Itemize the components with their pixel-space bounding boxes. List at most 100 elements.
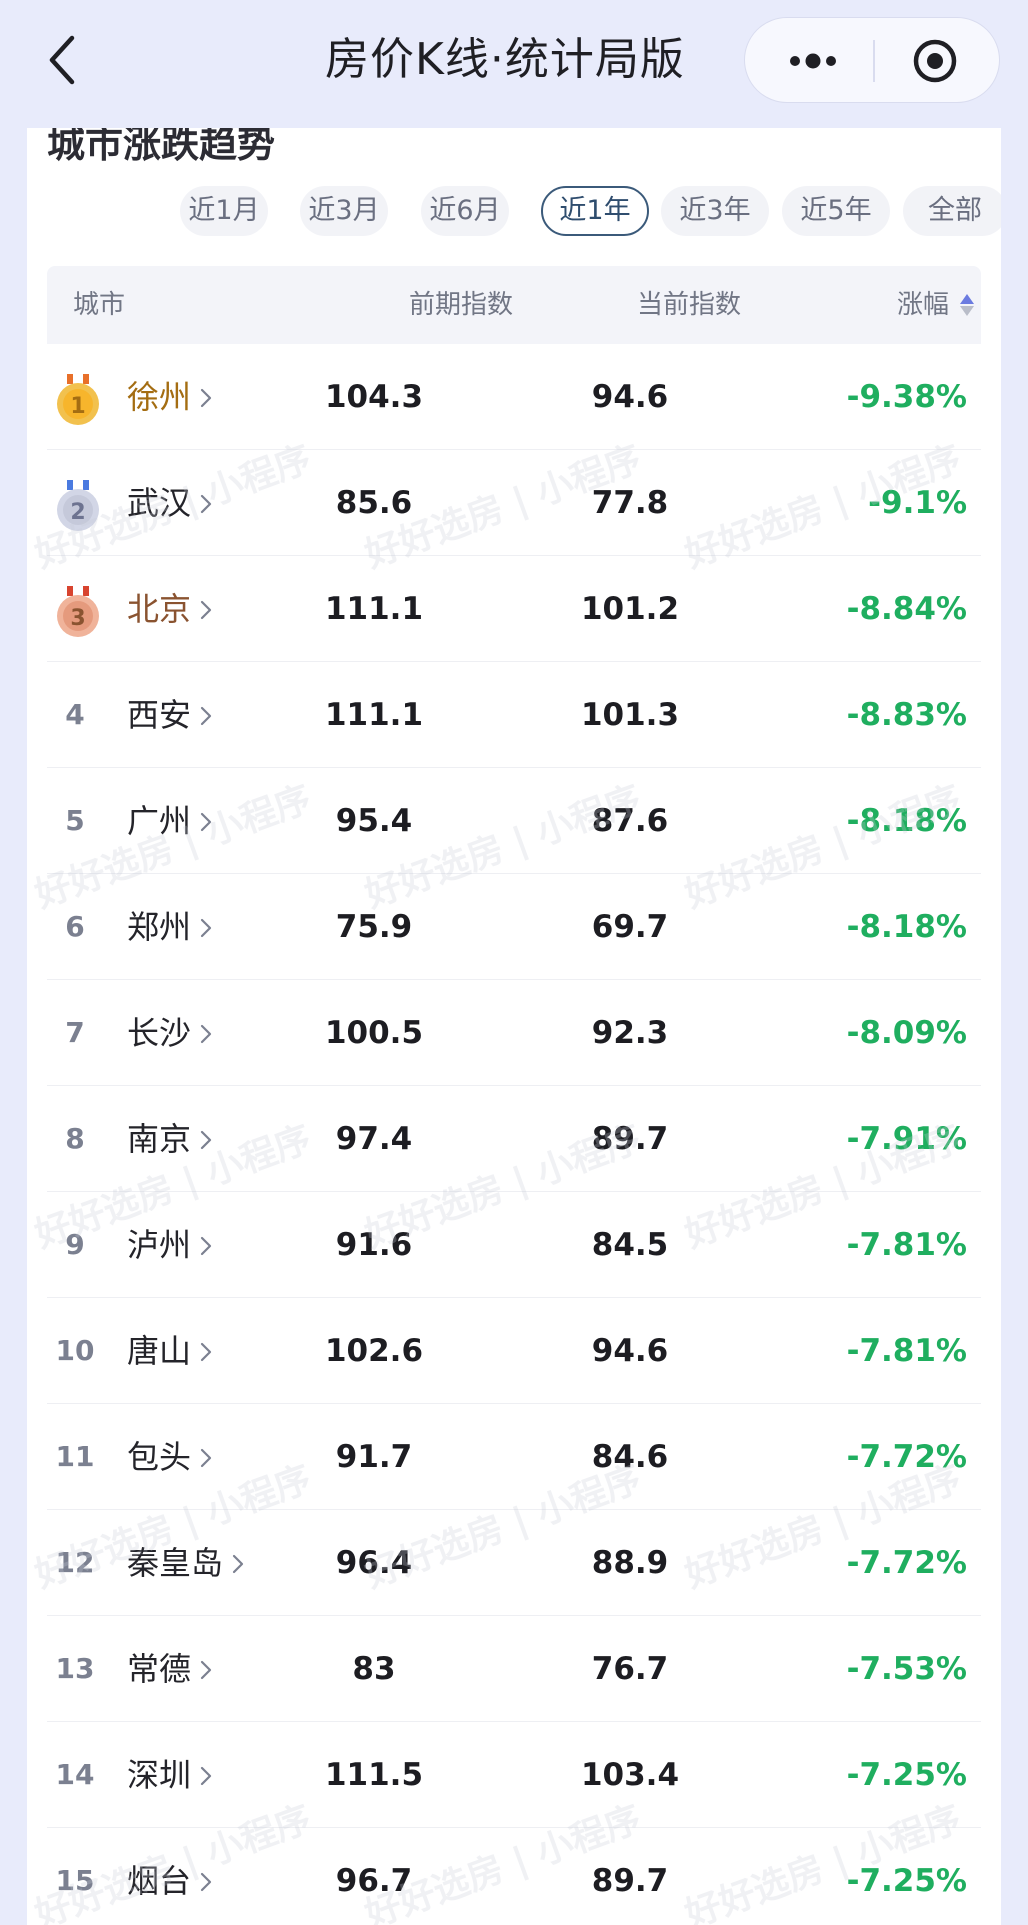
column-city: 城市 — [73, 290, 126, 320]
close-button[interactable] — [905, 36, 965, 86]
change-percent: -7.53% — [846, 1651, 967, 1687]
tab-3-months[interactable]: 近3月 — [300, 186, 388, 236]
gold-medal-icon: 1 — [57, 374, 99, 425]
rank-number: 7 — [65, 1016, 85, 1049]
curr-index-value: 88.9 — [591, 1545, 669, 1581]
curr-index-value: 94.6 — [591, 379, 669, 415]
rank-number: 13 — [55, 1652, 95, 1685]
table-row[interactable]: 9 泸州 91.6 84.5 -7.81% — [47, 1192, 981, 1298]
city-name[interactable]: 常德 — [127, 1616, 191, 1722]
svg-text:1: 1 — [70, 394, 85, 419]
column-change-sort[interactable]: 涨幅 — [897, 266, 949, 344]
prev-index-value: 104.3 — [324, 379, 424, 415]
chevron-right-icon — [200, 1342, 212, 1362]
chevron-right-icon — [200, 1448, 212, 1468]
tab-all[interactable]: 全部 — [903, 186, 1001, 236]
change-percent: -7.91% — [846, 1121, 967, 1157]
city-name[interactable]: 泸州 — [127, 1192, 191, 1298]
table-row[interactable]: 13 常德 83 76.7 -7.53% — [47, 1616, 981, 1722]
chevron-right-icon — [200, 600, 212, 620]
tab-1-month[interactable]: 近1月 — [180, 186, 268, 236]
curr-index-value: 87.6 — [591, 803, 669, 839]
chevron-right-icon — [200, 706, 212, 726]
rank-number: 6 — [65, 910, 85, 943]
more-dots-icon — [790, 53, 836, 69]
city-name[interactable]: 深圳 — [127, 1722, 191, 1828]
svg-text:3: 3 — [70, 606, 85, 631]
curr-index-value: 89.7 — [591, 1863, 669, 1899]
city-name[interactable]: 秦皇岛 — [127, 1510, 223, 1616]
curr-index-value: 76.7 — [591, 1651, 669, 1687]
curr-index-value: 94.6 — [591, 1333, 669, 1369]
curr-index-value: 89.7 — [591, 1121, 669, 1157]
table-row[interactable]: 12 秦皇岛 96.4 88.9 -7.72% — [47, 1510, 981, 1616]
city-name[interactable]: 长沙 — [127, 980, 191, 1086]
chevron-right-icon — [200, 1236, 212, 1256]
city-name[interactable]: 武汉 — [127, 450, 191, 556]
prev-index-value: 83 — [352, 1651, 396, 1687]
capsule-divider — [873, 40, 875, 82]
city-name[interactable]: 唐山 — [127, 1298, 191, 1404]
curr-index-value: 84.6 — [591, 1439, 669, 1475]
back-button[interactable] — [40, 28, 90, 92]
prev-index-value: 102.6 — [324, 1333, 424, 1369]
change-percent: -7.25% — [846, 1863, 967, 1899]
city-name[interactable]: 北京 — [127, 556, 191, 662]
city-name[interactable]: 广州 — [127, 768, 191, 874]
curr-index-value: 103.4 — [580, 1757, 680, 1793]
city-name[interactable]: 郑州 — [127, 874, 191, 980]
rank-number: 11 — [55, 1440, 95, 1473]
target-circle-icon — [913, 39, 957, 83]
curr-index-value: 77.8 — [591, 485, 669, 521]
sort-arrows-icon[interactable] — [959, 286, 975, 324]
chevron-right-icon — [232, 1554, 244, 1574]
prev-index-value: 111.5 — [324, 1757, 424, 1793]
change-percent: -7.81% — [846, 1227, 967, 1263]
prev-index-value: 91.6 — [335, 1227, 413, 1263]
table-row[interactable]: 11 包头 91.7 84.6 -7.72% — [47, 1404, 981, 1510]
table-row[interactable]: 8 南京 97.4 89.7 -7.91% — [47, 1086, 981, 1192]
top-bar: 房价K线·统计局版 — [0, 0, 1028, 128]
curr-index-value: 101.2 — [580, 591, 680, 627]
tab-6-months[interactable]: 近6月 — [421, 186, 509, 236]
bronze-medal-icon: 3 — [57, 586, 99, 637]
prev-index-value: 96.7 — [335, 1863, 413, 1899]
table-row[interactable]: 4 西安 111.1 101.3 -8.83% — [47, 662, 981, 768]
table-row[interactable]: 10 唐山 102.6 94.6 -7.81% — [47, 1298, 981, 1404]
city-name[interactable]: 南京 — [127, 1086, 191, 1192]
change-percent: -7.72% — [846, 1439, 967, 1475]
chevron-right-icon — [200, 388, 212, 408]
rank-number: 12 — [55, 1546, 95, 1579]
tab-3-years[interactable]: 近3年 — [661, 186, 769, 236]
table-row[interactable]: 14 深圳 111.5 103.4 -7.25% — [47, 1722, 981, 1828]
prev-index-value: 96.4 — [335, 1545, 413, 1581]
table-row[interactable]: 6 郑州 75.9 69.7 -8.18% — [47, 874, 981, 980]
change-percent: -8.18% — [846, 909, 967, 945]
city-name[interactable]: 包头 — [127, 1404, 191, 1510]
section-title: 城市涨跌趋势 — [47, 128, 276, 166]
curr-index-value: 69.7 — [591, 909, 669, 945]
change-percent: -8.84% — [846, 591, 967, 627]
mini-program-capsule — [744, 17, 1000, 103]
change-percent: -8.83% — [846, 697, 967, 733]
table-row[interactable]: 3 北京 111.1 101.2 -8.84% — [47, 556, 981, 662]
rank-number: 9 — [65, 1228, 85, 1261]
table-row[interactable]: 7 长沙 100.5 92.3 -8.09% — [47, 980, 981, 1086]
chevron-right-icon — [200, 1766, 212, 1786]
chevron-right-icon — [200, 918, 212, 938]
svg-text:2: 2 — [70, 500, 85, 525]
chevron-left-icon — [49, 35, 75, 85]
city-name[interactable]: 徐州 — [127, 344, 191, 450]
city-name[interactable]: 西安 — [127, 662, 191, 768]
city-name[interactable]: 烟台 — [127, 1828, 191, 1925]
tab-1-year[interactable]: 近1年 — [541, 186, 649, 236]
change-percent: -9.1% — [868, 485, 967, 521]
prev-index-value: 91.7 — [335, 1439, 413, 1475]
table-row[interactable]: 1 徐州 104.3 94.6 -9.38% — [47, 344, 981, 450]
rank-number: 15 — [55, 1864, 95, 1897]
table-row[interactable]: 15 烟台 96.7 89.7 -7.25% — [47, 1828, 981, 1925]
more-button[interactable] — [775, 36, 851, 86]
tab-5-years[interactable]: 近5年 — [782, 186, 890, 236]
table-row[interactable]: 5 广州 95.4 87.6 -8.18% — [47, 768, 981, 874]
table-row[interactable]: 2 武汉 85.6 77.8 -9.1% — [47, 450, 981, 556]
